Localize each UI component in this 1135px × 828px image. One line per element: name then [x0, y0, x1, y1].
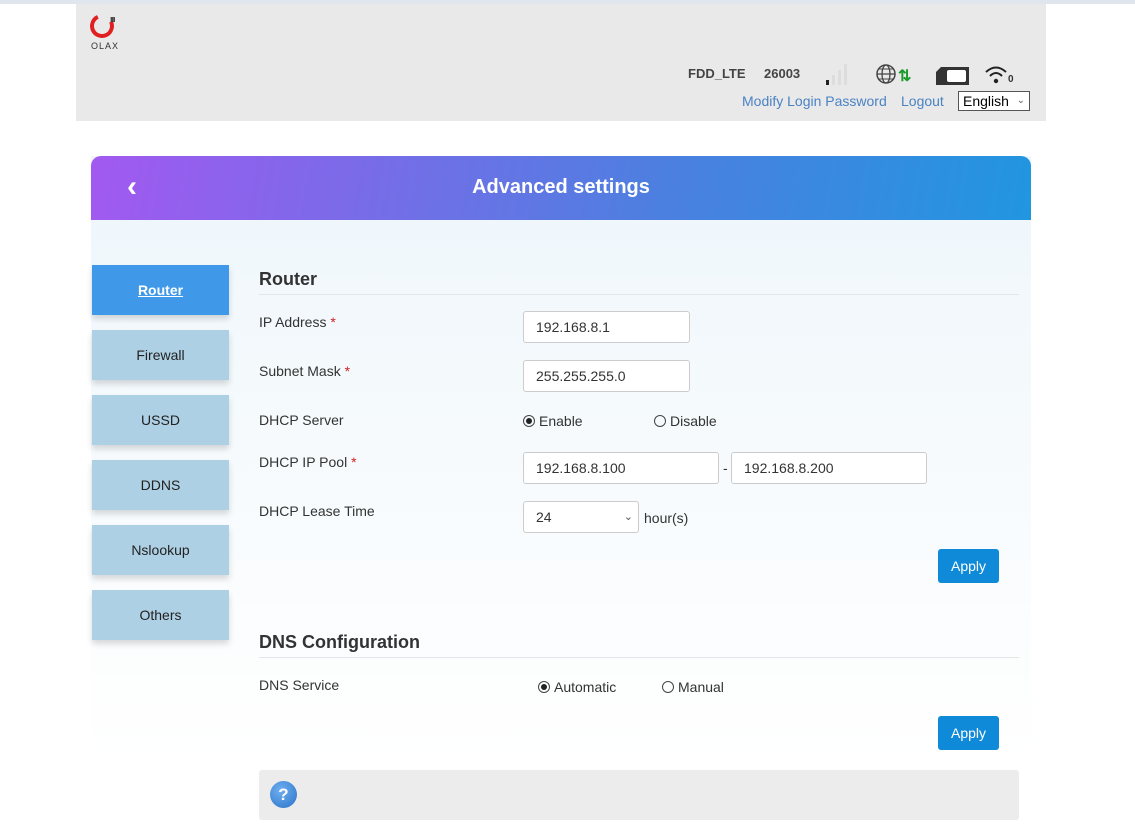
network-type: FDD_LTE	[688, 66, 746, 81]
language-select[interactable]: English ⌄	[958, 91, 1030, 111]
advanced-settings-panel: ‹ Advanced settings Router Firewall USSD…	[91, 156, 1031, 828]
data-transfer-icon: ⇅	[898, 68, 912, 85]
dhcp-pool-end-input[interactable]: 192.168.8.200	[731, 452, 927, 484]
router-apply-button[interactable]: Apply	[938, 549, 999, 583]
wifi-client-count: 0	[1008, 74, 1014, 85]
page-title: Advanced settings	[472, 176, 650, 198]
chevron-down-icon: ⌄	[623, 511, 633, 523]
globe-icon	[876, 64, 896, 84]
router-section-title: Router	[259, 269, 1019, 295]
ip-address-label: IP Address *	[259, 314, 336, 330]
dhcp-disable-radio[interactable]: Disable	[654, 413, 717, 429]
sidebar-item-nslookup[interactable]: Nslookup	[92, 525, 229, 575]
modify-login-password-link[interactable]: Modify Login Password	[742, 93, 887, 109]
dns-service-label: DNS Service	[259, 677, 340, 693]
sidebar-item-ddns[interactable]: DDNS	[92, 460, 229, 510]
banner: ‹ Advanced settings	[91, 156, 1031, 220]
sidebar-item-ussd[interactable]: USSD	[92, 395, 229, 445]
sim-card-icon	[936, 67, 969, 85]
chevron-down-icon: ⌄	[1016, 95, 1025, 106]
dhcp-server-label: DHCP Server	[259, 412, 344, 428]
dns-automatic-radio[interactable]: Automatic	[538, 679, 616, 695]
lease-unit: hour(s)	[644, 510, 689, 526]
dns-manual-radio[interactable]: Manual	[662, 679, 724, 695]
header: ııı OLAX FDD_LTE 26003 ⇅ 0 Modify Login …	[76, 4, 1046, 121]
help-icon[interactable]: ?	[270, 781, 297, 808]
logout-link[interactable]: Logout	[901, 93, 944, 109]
sidebar-item-others[interactable]: Others	[92, 590, 229, 640]
subnet-mask-label: Subnet Mask *	[259, 363, 351, 379]
dhcp-ip-pool-label: DHCP IP Pool *	[259, 454, 357, 470]
dns-apply-button[interactable]: Apply	[938, 716, 999, 750]
sidebar-item-firewall[interactable]: Firewall	[92, 330, 229, 380]
wifi-icon	[985, 66, 1007, 84]
dhcp-enable-radio[interactable]: Enable	[523, 413, 583, 429]
lease-time-select[interactable]: 24 ⌄	[523, 501, 639, 533]
help-panel: ?	[259, 770, 1019, 820]
operator-code: 26003	[764, 66, 801, 81]
olax-logo: ııı OLAX	[86, 10, 119, 51]
subnet-mask-input[interactable]: 255.255.255.0	[523, 360, 690, 392]
pool-separator: -	[723, 460, 728, 476]
dhcp-lease-time-label: DHCP Lease Time	[259, 503, 375, 519]
dns-section-title: DNS Configuration	[259, 632, 1019, 658]
ip-address-input[interactable]: 192.168.8.1	[523, 311, 690, 343]
sidebar-item-router[interactable]: Router	[92, 265, 229, 315]
dhcp-pool-start-input[interactable]: 192.168.8.100	[523, 452, 719, 484]
signal-strength-icon	[826, 64, 847, 85]
